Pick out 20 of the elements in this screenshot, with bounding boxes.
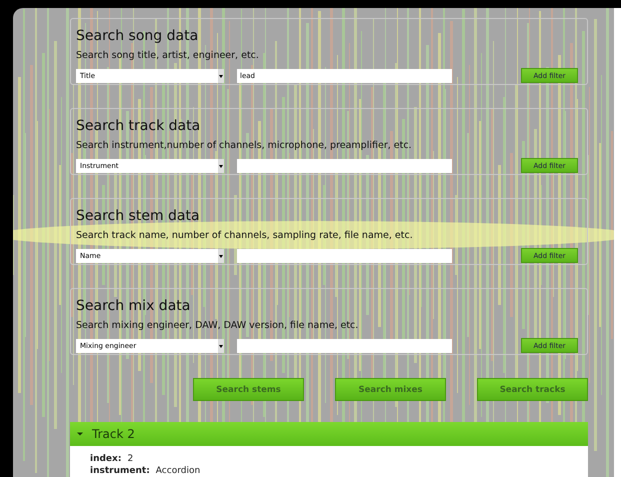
field-label: instrument: <box>90 466 150 477</box>
panel-description: Search song title, artist, engineer, etc. <box>76 50 260 62</box>
caret-icon <box>218 248 224 262</box>
caret-icon <box>218 338 224 352</box>
field-value: Accordion <box>156 466 200 477</box>
caret-icon <box>218 68 224 82</box>
panel-title: Search track data <box>76 117 202 135</box>
panel-description: Search mixing engineer, DAW, DAW version, file name, etc. <box>76 320 360 332</box>
field-value: 2 <box>127 454 134 465</box>
panel-description: Search track name, number of channels, sampling rate, file name, etc. <box>76 230 414 242</box>
caret-icon <box>218 158 224 172</box>
panel-title: Search stem data <box>76 207 201 225</box>
panel-title: Search song data <box>76 27 200 45</box>
panel-description: Search instrument,number of channels, microphone, preamplifier, etc. <box>76 140 413 152</box>
search-field[interactable] <box>237 338 452 352</box>
search-field[interactable] <box>237 248 452 262</box>
panel-title: Search mix data <box>76 297 192 315</box>
field-label: index: <box>90 454 122 465</box>
track-header[interactable]: Track 2 <box>70 422 588 446</box>
search-field[interactable] <box>237 158 452 172</box>
